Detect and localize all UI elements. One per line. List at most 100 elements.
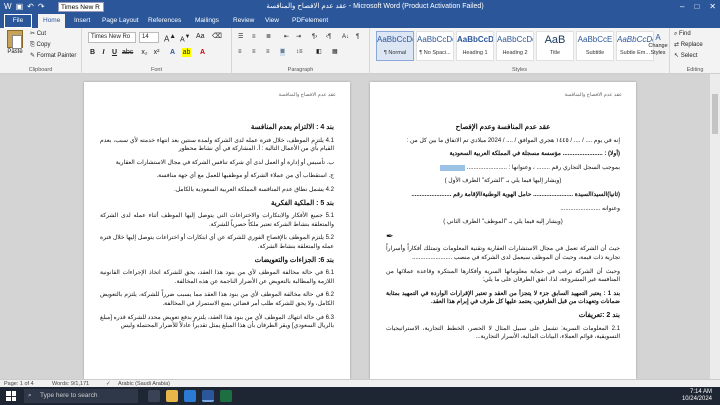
windows-start-icon[interactable] bbox=[6, 391, 16, 401]
numbering-icon[interactable]: ≡ bbox=[252, 33, 256, 41]
system-clock[interactable]: 7:14 AM 10/24/2024 bbox=[682, 389, 712, 403]
paragraph-group: ☰ ≡ ≣ ⇤ ⇥ ¶› ‹¶ A↓ ¶ ≡ ≡ ≡ ≣ ↕≡ ◧ ▦ Para… bbox=[232, 28, 370, 74]
style-subtitle[interactable]: AaBbCcE Subtitle bbox=[576, 31, 614, 61]
underline-button[interactable]: U bbox=[110, 48, 119, 57]
cut-button[interactable]: ✂ Cut bbox=[30, 30, 46, 38]
paragraph: 6.1 في حالة مخالفة الموظف لأي من بنود هذ… bbox=[100, 270, 334, 285]
bold-button[interactable]: B bbox=[88, 48, 97, 57]
page-body: عقد عدم المنافسة وعدم الإفصاح إنه في يوم… bbox=[386, 122, 620, 347]
style-no-spacing[interactable]: AaBbCcDdEe¶ No Spaci... bbox=[416, 31, 454, 61]
multilevel-list-icon[interactable]: ≣ bbox=[266, 33, 271, 41]
group-label: Styles bbox=[512, 67, 527, 73]
undo-icon[interactable]: ↶ bbox=[27, 2, 34, 12]
scrollbar-thumb[interactable] bbox=[712, 94, 718, 134]
align-left-icon[interactable]: ≡ bbox=[238, 48, 242, 56]
paragraph: 5.1 جميع الأفكار والابتكارات والاختراعات… bbox=[100, 213, 334, 228]
tab-references[interactable]: References bbox=[148, 16, 181, 26]
cursor-icon: ↖ bbox=[674, 53, 681, 59]
style-normal[interactable]: AaBbCcDdEe¶ Normal bbox=[376, 31, 414, 61]
tab-insert[interactable]: Insert bbox=[74, 16, 90, 26]
group-label: Font bbox=[150, 67, 162, 73]
tab-file[interactable]: File bbox=[4, 14, 32, 28]
paragraph: 4.2 يشمل نطاق عدم المنافسة المملكة العرب… bbox=[174, 186, 334, 193]
selection-highlight bbox=[440, 164, 466, 171]
style-heading-2[interactable]: AaBbCcDd Heading 2 bbox=[496, 31, 534, 61]
document-page-2[interactable]: عقد عدم الافصاح والمنافسة بند 4 : الالتز… bbox=[84, 82, 350, 379]
clause-heading: بند 4 : الالتزام بعدم المنافسة bbox=[250, 124, 334, 131]
task-view-icon[interactable] bbox=[148, 390, 160, 402]
document-title: عقد عدم المنافسة وعدم الإفصاح bbox=[455, 124, 551, 131]
increase-indent-icon[interactable]: ⇥ bbox=[296, 33, 301, 41]
tab-review[interactable]: Review bbox=[233, 16, 254, 26]
word-icon[interactable]: W bbox=[4, 2, 12, 12]
bullets-icon[interactable]: ☰ bbox=[238, 33, 243, 41]
word-taskbar-icon[interactable] bbox=[202, 390, 214, 402]
quick-font-box[interactable]: Times New R bbox=[58, 2, 104, 12]
strikethrough-button[interactable]: abc bbox=[122, 48, 133, 57]
style-heading-1[interactable]: AaBbCcDdHeading 1 bbox=[456, 31, 494, 61]
clause-heading: بند 2 :تعريفات bbox=[578, 311, 620, 319]
minimize-icon[interactable]: – bbox=[680, 1, 684, 13]
quick-access-toolbar: W ▣ ↶ ↷ bbox=[4, 2, 45, 12]
shading-icon[interactable]: ◧ bbox=[316, 48, 322, 56]
text-effects-button[interactable]: A bbox=[168, 48, 177, 57]
shrink-font-button[interactable]: A▼ bbox=[180, 33, 190, 44]
align-right-icon[interactable]: ≡ bbox=[266, 48, 270, 56]
decrease-indent-icon[interactable]: ⇤ bbox=[284, 33, 289, 41]
paragraph: بموجب السجل التجاري رقم ........ ، وعنوا… bbox=[386, 164, 620, 173]
select-button[interactable]: ↖ Select bbox=[674, 52, 697, 60]
font-color-button[interactable]: A bbox=[198, 48, 207, 57]
paste-button[interactable]: Paste bbox=[4, 30, 26, 62]
tab-home[interactable]: Home bbox=[38, 14, 66, 28]
paragraph: 5.2 يلتزم الموظف بالإفصاح الفوري للشركة … bbox=[100, 235, 334, 250]
align-center-icon[interactable]: ≡ bbox=[252, 48, 256, 56]
replace-icon: ⇄ bbox=[674, 42, 681, 48]
clause-heading: بند 5 : الملكية الفكرية bbox=[271, 199, 334, 207]
tab-view[interactable]: View bbox=[265, 16, 279, 26]
taskbar: ⌕ Type here to search 7:14 AM 10/24/2024 bbox=[0, 387, 720, 405]
highlight-button[interactable]: ab bbox=[182, 48, 191, 57]
vertical-scrollbar[interactable] bbox=[710, 74, 720, 379]
tab-page-layout[interactable]: Page Layout bbox=[102, 16, 139, 26]
format-painter-button[interactable]: ✎ Format Painter bbox=[30, 52, 76, 60]
tab-mailings[interactable]: Mailings bbox=[195, 16, 219, 26]
rtl-icon[interactable]: ‹¶ bbox=[326, 33, 331, 41]
change-case-button[interactable]: Aa bbox=[196, 33, 205, 41]
ltr-icon[interactable]: ¶› bbox=[312, 33, 317, 41]
paragraph: إنه في يوم .... / .... / ١٤٤٥ هجري الموا… bbox=[406, 137, 620, 144]
justify-icon[interactable]: ≣ bbox=[280, 48, 286, 56]
paragraph: (ويشار إليه فيما يلي بـ "الموظف" الطرف ا… bbox=[443, 219, 563, 226]
superscript-button[interactable]: x² bbox=[152, 48, 161, 57]
tab-pdfelement[interactable]: PDFelement bbox=[292, 16, 328, 26]
sort-icon[interactable]: A↓ bbox=[342, 33, 349, 41]
close-icon[interactable]: ✕ bbox=[709, 1, 716, 13]
excel-taskbar-icon[interactable] bbox=[220, 390, 232, 402]
change-styles-button[interactable]: A Change Styles bbox=[647, 34, 669, 57]
title-bar: W ▣ ↶ ↷ Times New R عقد عدم الافصاح والم… bbox=[0, 0, 720, 14]
redo-icon[interactable]: ↷ bbox=[38, 2, 45, 12]
italic-button[interactable]: I bbox=[99, 48, 108, 57]
search-icon: ⌕ bbox=[28, 392, 32, 399]
document-page-1[interactable]: عقد عدم الافصاح والمنافسة عقد عدم المناف… bbox=[370, 82, 636, 379]
find-button[interactable]: ⌕ Find bbox=[674, 30, 691, 38]
subscript-button[interactable]: x₂ bbox=[140, 48, 149, 57]
scissors-icon: ✂ bbox=[30, 31, 37, 37]
style-title[interactable]: AaB Title bbox=[536, 31, 574, 61]
edge-icon[interactable] bbox=[184, 390, 196, 402]
show-marks-icon[interactable]: ¶ bbox=[356, 33, 359, 41]
clear-format-icon[interactable]: ⌫ bbox=[212, 33, 222, 41]
clipboard-group: Paste ✂ Cut ⎘ Copy ✎ Format Painter Clip… bbox=[0, 28, 82, 74]
copy-button[interactable]: ⎘ Copy bbox=[30, 41, 50, 49]
font-size-select[interactable]: 14 bbox=[139, 32, 159, 43]
paragraph: بند 1 : يعتبر التمهيد السابق جزء لا يتجز… bbox=[386, 290, 621, 306]
font-name-select[interactable]: Times New Ro bbox=[88, 32, 136, 43]
grow-font-button[interactable]: A▲ bbox=[164, 33, 176, 44]
line-spacing-icon[interactable]: ↕≡ bbox=[296, 48, 303, 56]
taskbar-search[interactable]: ⌕ Type here to search bbox=[24, 389, 138, 403]
maximize-icon[interactable]: □ bbox=[694, 1, 699, 13]
save-icon[interactable]: ▣ bbox=[16, 2, 24, 12]
replace-button[interactable]: ⇄ Replace bbox=[674, 41, 703, 49]
file-explorer-icon[interactable] bbox=[166, 390, 178, 402]
borders-icon[interactable]: ▦ bbox=[332, 48, 338, 56]
clause-heading: بند 6: الجزاءات والتعويضات bbox=[254, 256, 334, 264]
